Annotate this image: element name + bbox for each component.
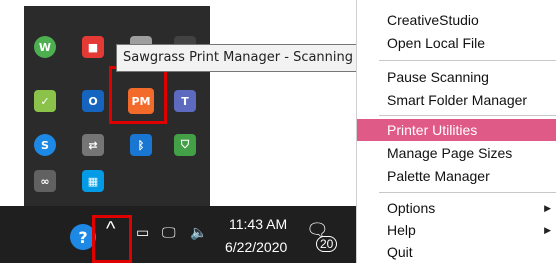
menu-item-palette-manager[interactable]: Palette Manager (357, 165, 556, 187)
submenu-arrow-icon: ▶ (544, 203, 551, 213)
bluetooth-icon[interactable]: ᛒ (130, 134, 152, 156)
chevron-highlight (92, 215, 132, 263)
outlook-icon[interactable]: O (82, 90, 104, 112)
network-adapter-icon[interactable]: ⇄ (82, 134, 104, 156)
battery-icon[interactable]: ▭ (136, 224, 149, 241)
taskbar-area: W ■ ▭ ▯ ✓ O PM T S ⇄ ᛒ ⛉ ∞ ▦ Sawgrass Pr… (0, 0, 361, 263)
menu-item-options[interactable]: Options ▶ (357, 197, 556, 219)
wacom-icon[interactable]: W (34, 36, 56, 58)
skype-icon[interactable]: S (34, 134, 56, 156)
submenu-arrow-icon: ▶ (544, 225, 551, 235)
menu-item-printer-utilities[interactable]: Printer Utilities (357, 119, 556, 141)
network-icon[interactable]: 🖵 (162, 224, 176, 241)
security-shield-icon[interactable]: ⛉ (174, 134, 196, 156)
menu-separator (379, 115, 556, 116)
menu-separator (379, 192, 556, 193)
menu-item-pause-scanning[interactable]: Pause Scanning (357, 66, 556, 88)
menu-item-manage-page-sizes[interactable]: Manage Page Sizes (357, 142, 556, 164)
app-colorful-icon[interactable]: ■ (82, 36, 104, 58)
menu-item-label: Help (387, 222, 416, 238)
context-menu: CreativeStudio Open Local File Pause Sca… (356, 0, 556, 263)
menu-item-label: Options (387, 200, 436, 216)
menu-item-open-local-file[interactable]: Open Local File (357, 32, 556, 54)
tray-tooltip: Sawgrass Print Manager - Scanning (116, 44, 361, 72)
shield-check-icon[interactable]: ✓ (34, 90, 56, 112)
notification-count-badge: 20 (316, 236, 338, 252)
taskbar: ? ^ ▭ 🖵 🔈 11:43 AM 6/22/2020 🗨 20 (0, 206, 356, 263)
pm-icon-highlight (109, 66, 167, 124)
menu-item-quit[interactable]: Quit (357, 241, 556, 263)
menu-item-smart-folder-manager[interactable]: Smart Folder Manager (357, 89, 556, 111)
menu-separator (379, 60, 556, 61)
grid-app-icon[interactable]: ▦ (82, 170, 104, 192)
link-icon[interactable]: ∞ (34, 170, 56, 192)
menu-item-help[interactable]: Help ▶ (357, 219, 556, 241)
teams-icon[interactable]: T (174, 90, 196, 112)
menu-item-creativestudio[interactable]: CreativeStudio (357, 9, 556, 31)
clock-time[interactable]: 11:43 AM (229, 216, 287, 232)
volume-icon[interactable]: 🔈 (190, 224, 207, 241)
clock-date[interactable]: 6/22/2020 (225, 239, 287, 255)
